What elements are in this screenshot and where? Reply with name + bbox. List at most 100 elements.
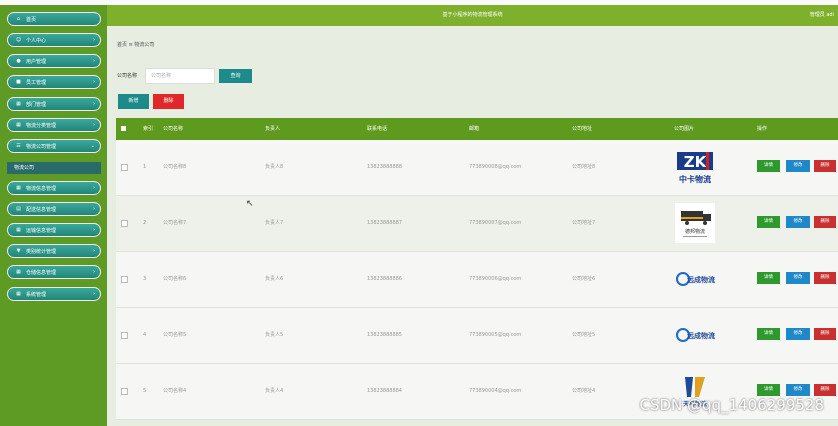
add-button[interactable]: 新增 xyxy=(118,94,149,109)
sidebar-item-warehouse[interactable]: ▦ 仓储信息管理 › xyxy=(7,265,101,279)
chart-icon: ▼ xyxy=(16,248,21,254)
header-email: 邮箱 xyxy=(469,126,480,132)
chevron-icon: › xyxy=(93,269,95,275)
cell-name: 公司名称8 xyxy=(163,164,187,170)
cell-address: 公司地址4 xyxy=(572,388,596,394)
sidebar-item-company[interactable]: ☰ 物流公司管理 ⌄ xyxy=(7,139,101,153)
edit-button[interactable]: 修改 xyxy=(786,384,810,396)
detail-button[interactable]: 详情 xyxy=(757,272,780,284)
cell-index: 2 xyxy=(143,220,147,226)
table-row: 1 公司名称8 负责人8 13823888888 773890008@qq.co… xyxy=(116,140,838,196)
breadcrumb-home[interactable]: 首页 xyxy=(117,42,127,48)
svg-text:远成物流: 远成物流 xyxy=(687,331,715,340)
sidebar-subitem-company[interactable]: 物流公司 xyxy=(7,162,101,174)
company-logo-image: 德邦物流 xyxy=(674,202,716,244)
sidebar-item-system[interactable]: ▦ 系统管理 › xyxy=(7,287,101,301)
main-content: 首页 ≡ 物流公司 公司名称 公司名称 查询 新增 删除 索引 公司名称 负责人… xyxy=(107,26,838,426)
row-checkbox[interactable] xyxy=(121,276,128,283)
staff-icon: ■ xyxy=(16,79,21,85)
grid-icon: ▦ xyxy=(16,101,21,107)
cell-phone: 13823888886 xyxy=(367,276,402,282)
chevron-icon: › xyxy=(93,206,95,212)
sidebar-item-staff[interactable]: ■ 员工管理 › xyxy=(7,75,101,89)
grid-icon: ▦ xyxy=(16,185,21,191)
yc-logo-icon: 远成物流 xyxy=(676,272,715,286)
chevron-icon: › xyxy=(93,37,95,43)
cell-manager: 负责人7 xyxy=(265,220,284,226)
sidebar-item-logistics[interactable]: ▦ 物流信息管理 › xyxy=(7,181,101,195)
cell-manager: 负责人5 xyxy=(265,332,284,338)
cell-manager: 负责人6 xyxy=(265,276,284,282)
sidebar-item-stats[interactable]: ▼ 类别统计管理 › xyxy=(7,244,101,258)
search-button[interactable]: 查询 xyxy=(219,69,252,83)
table-header: 索引 公司名称 负责人 联系电话 邮箱 公司地址 公司图片 操作 xyxy=(116,118,838,140)
table-row: 3 公司名称6 负责人6 13823888886 773890006@qq.co… xyxy=(116,252,838,308)
cell-phone: 13823888885 xyxy=(367,332,402,338)
cell-phone: 13823888888 xyxy=(367,164,402,170)
svg-text:德邦物流: 德邦物流 xyxy=(685,228,705,235)
header-phone: 联系电话 xyxy=(367,126,388,132)
header-logo: 公司图片 xyxy=(674,126,695,132)
chevron-icon: › xyxy=(93,291,95,297)
row-delete-button[interactable]: 删除 xyxy=(814,328,836,340)
chevron-icon: › xyxy=(93,122,95,128)
cell-email: 773890004@qq.com xyxy=(469,388,522,394)
chevron-icon: › xyxy=(93,227,95,233)
breadcrumb: 首页 ≡ 物流公司 xyxy=(117,41,154,48)
row-delete-button[interactable]: 删除 xyxy=(814,216,836,228)
cell-name: 公司名称6 xyxy=(163,276,187,282)
cell-address: 公司地址5 xyxy=(572,332,596,338)
company-logo-image: 远成物流 xyxy=(674,314,716,356)
detail-button[interactable]: 详情 xyxy=(757,384,780,396)
row-checkbox[interactable] xyxy=(121,388,128,395)
row-checkbox[interactable] xyxy=(121,332,128,339)
cell-email: 773890005@qq.com xyxy=(469,332,522,338)
book-icon: ▤ xyxy=(16,206,21,212)
select-all-checkbox[interactable] xyxy=(121,126,126,131)
sidebar-item-profile[interactable]: ☺ 个人中心 › xyxy=(7,33,101,47)
sidebar-item-dept[interactable]: ▦ 部门管理 › xyxy=(7,97,101,111)
cell-index: 4 xyxy=(143,332,147,338)
top-header: 基于小程序的物流管理系统 管理员 adi xyxy=(107,5,838,26)
cell-address: 公司地址6 xyxy=(572,276,596,282)
user-label[interactable]: 管理员 adi xyxy=(810,11,834,18)
edit-button[interactable]: 修改 xyxy=(786,272,810,284)
grid-icon: ▦ xyxy=(16,269,21,275)
svg-text:远成物流: 远成物流 xyxy=(687,275,715,284)
row-checkbox[interactable] xyxy=(121,164,128,171)
cell-email: 773890006@qq.com xyxy=(469,276,522,282)
edit-button[interactable]: 修改 xyxy=(786,328,810,340)
sidebar-item-home[interactable]: ⌂ 首页 xyxy=(7,12,101,26)
row-checkbox[interactable] xyxy=(121,220,128,227)
cell-manager: 负责人4 xyxy=(265,388,284,394)
company-logo-image: ZK 中卡物流 xyxy=(674,146,716,188)
cell-index: 3 xyxy=(143,276,147,282)
sidebar-item-category[interactable]: ▦ 物流分类管理 › xyxy=(7,118,101,132)
list-icon: ☰ xyxy=(16,143,21,149)
detail-button[interactable]: 详情 xyxy=(757,160,780,172)
edit-button[interactable]: 修改 xyxy=(786,160,810,172)
row-delete-button[interactable]: 删除 xyxy=(814,384,836,396)
delete-button[interactable]: 删除 xyxy=(153,94,184,109)
svg-text:ZK: ZK xyxy=(684,153,708,171)
header-manager: 负责人 xyxy=(265,126,281,132)
company-name-input[interactable]: 公司名称 xyxy=(145,68,215,84)
yc-logo-icon: 远成物流 xyxy=(676,328,715,342)
edit-button[interactable]: 修改 xyxy=(786,216,810,228)
chevron-icon: › xyxy=(93,58,95,64)
sidebar: ⌂ 首页 ☺ 个人中心 › ● 用户管理 › ■ 员工管理 › ▦ 部门管理 › ▦ 物流分类管理 ›… xyxy=(0,5,107,426)
home-icon: ⌂ xyxy=(16,16,21,22)
sidebar-item-users[interactable]: ● 用户管理 › xyxy=(7,54,101,68)
sidebar-item-delivery[interactable]: ▤ 配送信息管理 › xyxy=(7,202,101,216)
cell-email: 773890007@qq.com xyxy=(469,220,522,226)
sidebar-item-transport[interactable]: ▦ 运输信息管理 › xyxy=(7,223,101,237)
detail-button[interactable]: 详情 xyxy=(757,328,780,340)
row-delete-button[interactable]: 删除 xyxy=(814,160,836,172)
chevron-icon: ⌄ xyxy=(90,143,95,149)
cell-index: 5 xyxy=(143,388,147,394)
row-delete-button[interactable]: 删除 xyxy=(814,272,836,284)
table-row: 4 公司名称5 负责人5 13823888885 773890005@qq.co… xyxy=(116,308,838,364)
detail-button[interactable]: 详情 xyxy=(757,216,780,228)
breadcrumb-current: 物流公司 xyxy=(134,42,155,48)
truck-logo-icon: 德邦物流 xyxy=(675,203,715,243)
